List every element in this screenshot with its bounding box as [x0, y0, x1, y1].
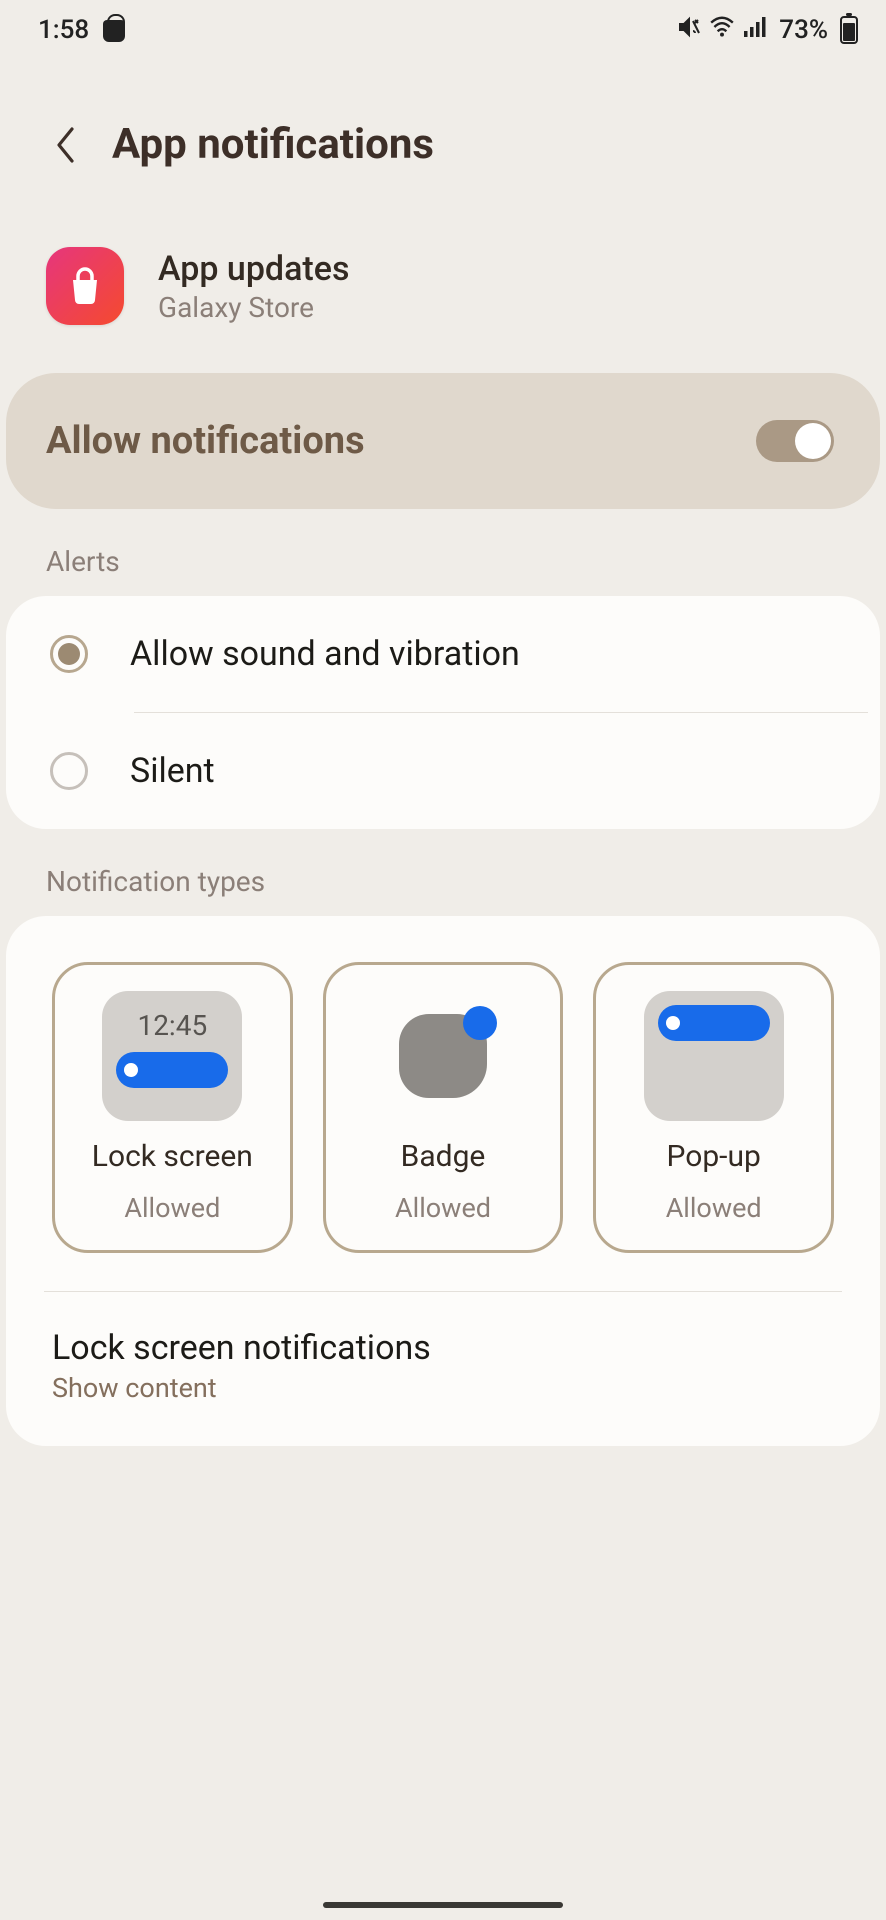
popup-preview	[644, 991, 784, 1121]
type-popup-title: Pop-up	[666, 1139, 760, 1174]
lock-notif-subtitle: Show content	[52, 1372, 834, 1404]
alert-option-sound[interactable]: Allow sound and vibration	[6, 596, 880, 712]
type-popup-status: Allowed	[666, 1192, 762, 1224]
allow-notifications-row[interactable]: Allow notifications	[6, 373, 880, 509]
app-source: Galaxy Store	[158, 291, 349, 324]
status-bar: 1:58 73%	[0, 0, 886, 60]
badge-preview	[373, 991, 513, 1121]
alert-option-silent-label: Silent	[130, 751, 215, 791]
type-tile-badge[interactable]: Badge Allowed	[323, 962, 564, 1253]
app-text: App updates Galaxy Store	[158, 249, 349, 324]
allow-notifications-label: Allow notifications	[46, 419, 365, 463]
section-alerts-label: Alerts	[0, 509, 886, 596]
type-lock-status: Allowed	[124, 1192, 220, 1224]
battery-percent: 73%	[779, 15, 828, 45]
preview-clock: 12:45	[137, 1009, 207, 1042]
alert-option-silent[interactable]: Silent	[6, 713, 880, 829]
notification-types-card: 12:45 Lock screen Allowed Badge Allowed …	[6, 916, 880, 1446]
type-badge-status: Allowed	[395, 1192, 491, 1224]
bag-icon	[103, 20, 125, 42]
badge-app-shape	[399, 1014, 487, 1098]
page-title: App notifications	[112, 120, 434, 169]
app-name: App updates	[158, 249, 349, 289]
type-tile-lock-screen[interactable]: 12:45 Lock screen Allowed	[52, 962, 293, 1253]
alert-option-sound-label: Allow sound and vibration	[130, 634, 520, 674]
lock-screen-preview: 12:45	[102, 991, 242, 1121]
chevron-left-icon	[54, 125, 78, 165]
mute-icon	[677, 15, 701, 46]
allow-notifications-toggle[interactable]	[756, 420, 834, 462]
status-left: 1:58	[38, 15, 125, 45]
status-right: 73%	[677, 15, 858, 46]
signal-icon	[743, 15, 767, 45]
type-lock-title: Lock screen	[92, 1139, 253, 1174]
preview-notification-bar	[116, 1052, 228, 1088]
status-time: 1:58	[38, 15, 89, 45]
galaxy-store-icon	[46, 247, 124, 325]
preview-popup-bar	[658, 1005, 770, 1041]
page-header: App notifications	[0, 60, 886, 229]
back-button[interactable]	[46, 125, 86, 165]
alerts-card: Allow sound and vibration Silent	[6, 596, 880, 829]
type-tile-row: 12:45 Lock screen Allowed Badge Allowed …	[52, 962, 834, 1253]
radio-unselected-icon	[50, 752, 88, 790]
type-badge-title: Badge	[401, 1139, 486, 1174]
nav-bar-indicator[interactable]	[323, 1902, 563, 1908]
section-types-label: Notification types	[0, 829, 886, 916]
lock-screen-notifications-row[interactable]: Lock screen notifications Show content	[52, 1292, 834, 1404]
battery-icon	[840, 16, 858, 44]
badge-dot-icon	[463, 1006, 497, 1040]
lock-notif-title: Lock screen notifications	[52, 1328, 834, 1368]
wifi-icon	[709, 15, 735, 45]
app-info-row[interactable]: App updates Galaxy Store	[0, 229, 886, 373]
type-tile-popup[interactable]: Pop-up Allowed	[593, 962, 834, 1253]
radio-selected-icon	[50, 635, 88, 673]
